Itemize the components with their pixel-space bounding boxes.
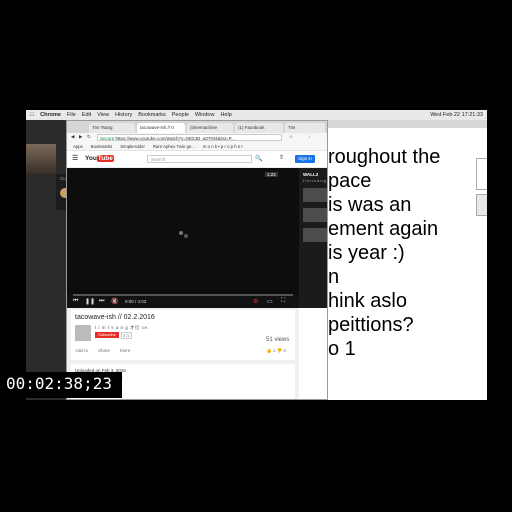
- youtube-logo[interactable]: YouTube: [85, 155, 114, 164]
- add-to-button[interactable]: Add to: [75, 348, 88, 353]
- screen-capture:  Chrome File Edit View History Bookmark…: [26, 110, 487, 400]
- subscribe-button[interactable]: Subscribe: [95, 332, 119, 338]
- doc-line: n: [328, 266, 340, 288]
- menu-help[interactable]: Help: [220, 112, 231, 118]
- share-button[interactable]: Share: [98, 348, 110, 353]
- doc-side-thumbnail[interactable]: [476, 158, 487, 190]
- video-actions: Add to Share More: [75, 348, 130, 353]
- dislike-count: 0: [283, 348, 287, 353]
- document-toolbar: [328, 120, 487, 128]
- back-icon[interactable]: ◀: [71, 134, 74, 140]
- upnext-thumbnail[interactable]: [303, 188, 327, 202]
- bookmark-aphex[interactable]: Rare Aphex Twin ge...: [153, 144, 195, 149]
- upnext-channel: t i m t s a n g: [303, 178, 326, 183]
- doc-line: o 1: [328, 338, 356, 360]
- progress-bar[interactable]: [73, 294, 293, 296]
- chrome-window: Tim Tsang tacowave-ish // 0 (timemachine…: [66, 120, 328, 400]
- video-title: tacowave-ish // 02.2.2016: [75, 314, 155, 321]
- menu-history[interactable]: History: [115, 112, 132, 118]
- loading-spinner-dot: [184, 234, 188, 238]
- channel-avatar[interactable]: [75, 325, 91, 341]
- tab-timemachine[interactable]: (timemachine: [187, 123, 233, 133]
- signin-button[interactable]: Sign in: [295, 155, 315, 163]
- doc-side-thumbnail[interactable]: [476, 194, 487, 216]
- doc-line: is year :): [328, 242, 405, 264]
- loading-spinner: [179, 231, 183, 235]
- more-button[interactable]: More: [120, 348, 130, 353]
- menubar-clock: Wed Feb 22 17:21:33: [430, 112, 483, 118]
- menu-window[interactable]: Window: [195, 112, 215, 118]
- tab-facebook[interactable]: (1) Facebook: [235, 123, 283, 133]
- channel-name[interactable]: t i m t s a n g 才衍 ce.: [95, 325, 149, 331]
- bookmark-bookmarks[interactable]: Bookmarks: [91, 144, 113, 149]
- upnext-thumbnail[interactable]: [303, 228, 327, 242]
- menu-edit[interactable]: Edit: [82, 112, 91, 118]
- pause-icon[interactable]: ❚❚: [85, 298, 95, 305]
- theater-icon[interactable]: ▭: [267, 298, 273, 305]
- doc-line: hink aslo: [328, 290, 407, 312]
- hamburger-icon[interactable]: ☰: [72, 154, 78, 162]
- webcam-preview: [26, 144, 56, 174]
- player-controls: ⏮ ❚❚ ⏭ 🔇 0:00 / 4:03 ⚙ ▭ ⛶: [67, 294, 299, 308]
- search-icon[interactable]: 🔍: [255, 155, 262, 162]
- menu-icon[interactable]: ⋮: [307, 134, 312, 140]
- tab-label: (timemachine: [190, 125, 218, 130]
- mute-icon[interactable]: 🔇: [111, 298, 118, 305]
- doc-line: peittions?: [328, 314, 414, 336]
- menu-people[interactable]: People: [172, 112, 189, 118]
- up-next-panel: WALL2 t i m t s a n g: [299, 168, 327, 308]
- tab-strip: Tim Tsang tacowave-ish // 0 (timemachine…: [67, 121, 327, 133]
- bookmarks-bar: Apps Bookmarks SimpleAdder Rare Aphex Tw…: [67, 143, 327, 151]
- video-meta-card: tacowave-ish // 02.2.2016 t i m t s a n …: [71, 310, 295, 360]
- doc-line: ement again: [328, 218, 439, 240]
- view-count: 51 views: [266, 337, 290, 343]
- like-counts: 👍 1 👎 0: [266, 348, 286, 354]
- tab-tacowave[interactable]: tacowave-ish // 0: [137, 123, 185, 133]
- bookmark-simpleadder[interactable]: SimpleAdder: [120, 144, 145, 149]
- menu-bookmarks[interactable]: Bookmarks: [138, 112, 166, 118]
- reload-icon[interactable]: ↻: [87, 134, 91, 140]
- menu-file[interactable]: File: [67, 112, 76, 118]
- apple-icon[interactable]: : [30, 112, 34, 118]
- url-field[interactable]: Secure https://www.youtube.com/watch?v=0…: [97, 134, 282, 141]
- tab-label: Tim: [288, 125, 296, 130]
- tab-label: Tim Tsang: [92, 125, 113, 130]
- video-player[interactable]: 1:22 ⏮ ❚❚ ⏭ 🔇 0:00 / 4:03 ⚙ ▭ ⛶: [67, 168, 299, 308]
- upload-icon[interactable]: ⇧: [279, 154, 284, 161]
- settings-icon[interactable]: ⚙: [253, 298, 258, 305]
- doc-line: is was an: [328, 194, 412, 216]
- secure-label: Secure: [100, 136, 115, 141]
- tab-label: (1) Facebook: [238, 125, 265, 130]
- tab-label: tacowave-ish // 0: [140, 125, 174, 130]
- url-text: https://www.youtube.com/watch?v=0ElCBt_a…: [115, 136, 235, 141]
- forward-icon[interactable]: ▶: [79, 134, 82, 140]
- tab-tim-tsang[interactable]: Tim Tsang: [89, 123, 135, 133]
- like-count: 1: [272, 348, 276, 353]
- upnext-thumbnail[interactable]: [303, 208, 327, 222]
- doc-line: pace: [328, 170, 372, 192]
- bookmark-apps[interactable]: Apps: [73, 144, 83, 149]
- menu-view[interactable]: View: [97, 112, 109, 118]
- youtube-header: ☰ YouTube Search 🔍 ⇧ Sign in: [67, 151, 327, 168]
- menubar-app-name[interactable]: Chrome: [40, 112, 61, 118]
- star-icon[interactable]: ☆: [289, 134, 293, 140]
- fullscreen-icon[interactable]: ⛶: [281, 298, 285, 305]
- subscriber-count: 372: [121, 332, 132, 339]
- time-display: 0:00 / 4:03: [125, 299, 147, 304]
- next-icon[interactable]: ⏭: [99, 298, 104, 305]
- thumbs-down-icon[interactable]: 👎: [277, 348, 283, 353]
- bookmark-monk[interactable]: m o n k • p r o p h e t: [203, 144, 243, 149]
- thumbs-up-icon[interactable]: 👍: [266, 348, 272, 353]
- document-page[interactable]: roughout the pace is was an ement again …: [328, 128, 487, 400]
- mac-menubar:  Chrome File Edit View History Bookmark…: [26, 110, 487, 120]
- tab-tim[interactable]: Tim: [285, 123, 325, 133]
- quality-badge: 1:22: [265, 172, 278, 177]
- upnext-title: WALL2: [303, 172, 319, 177]
- timecode-overlay: 00:02:38;23: [6, 374, 112, 393]
- doc-line: roughout the: [328, 146, 441, 168]
- search-input[interactable]: Search: [147, 155, 252, 163]
- previous-icon[interactable]: ⏮: [73, 298, 78, 305]
